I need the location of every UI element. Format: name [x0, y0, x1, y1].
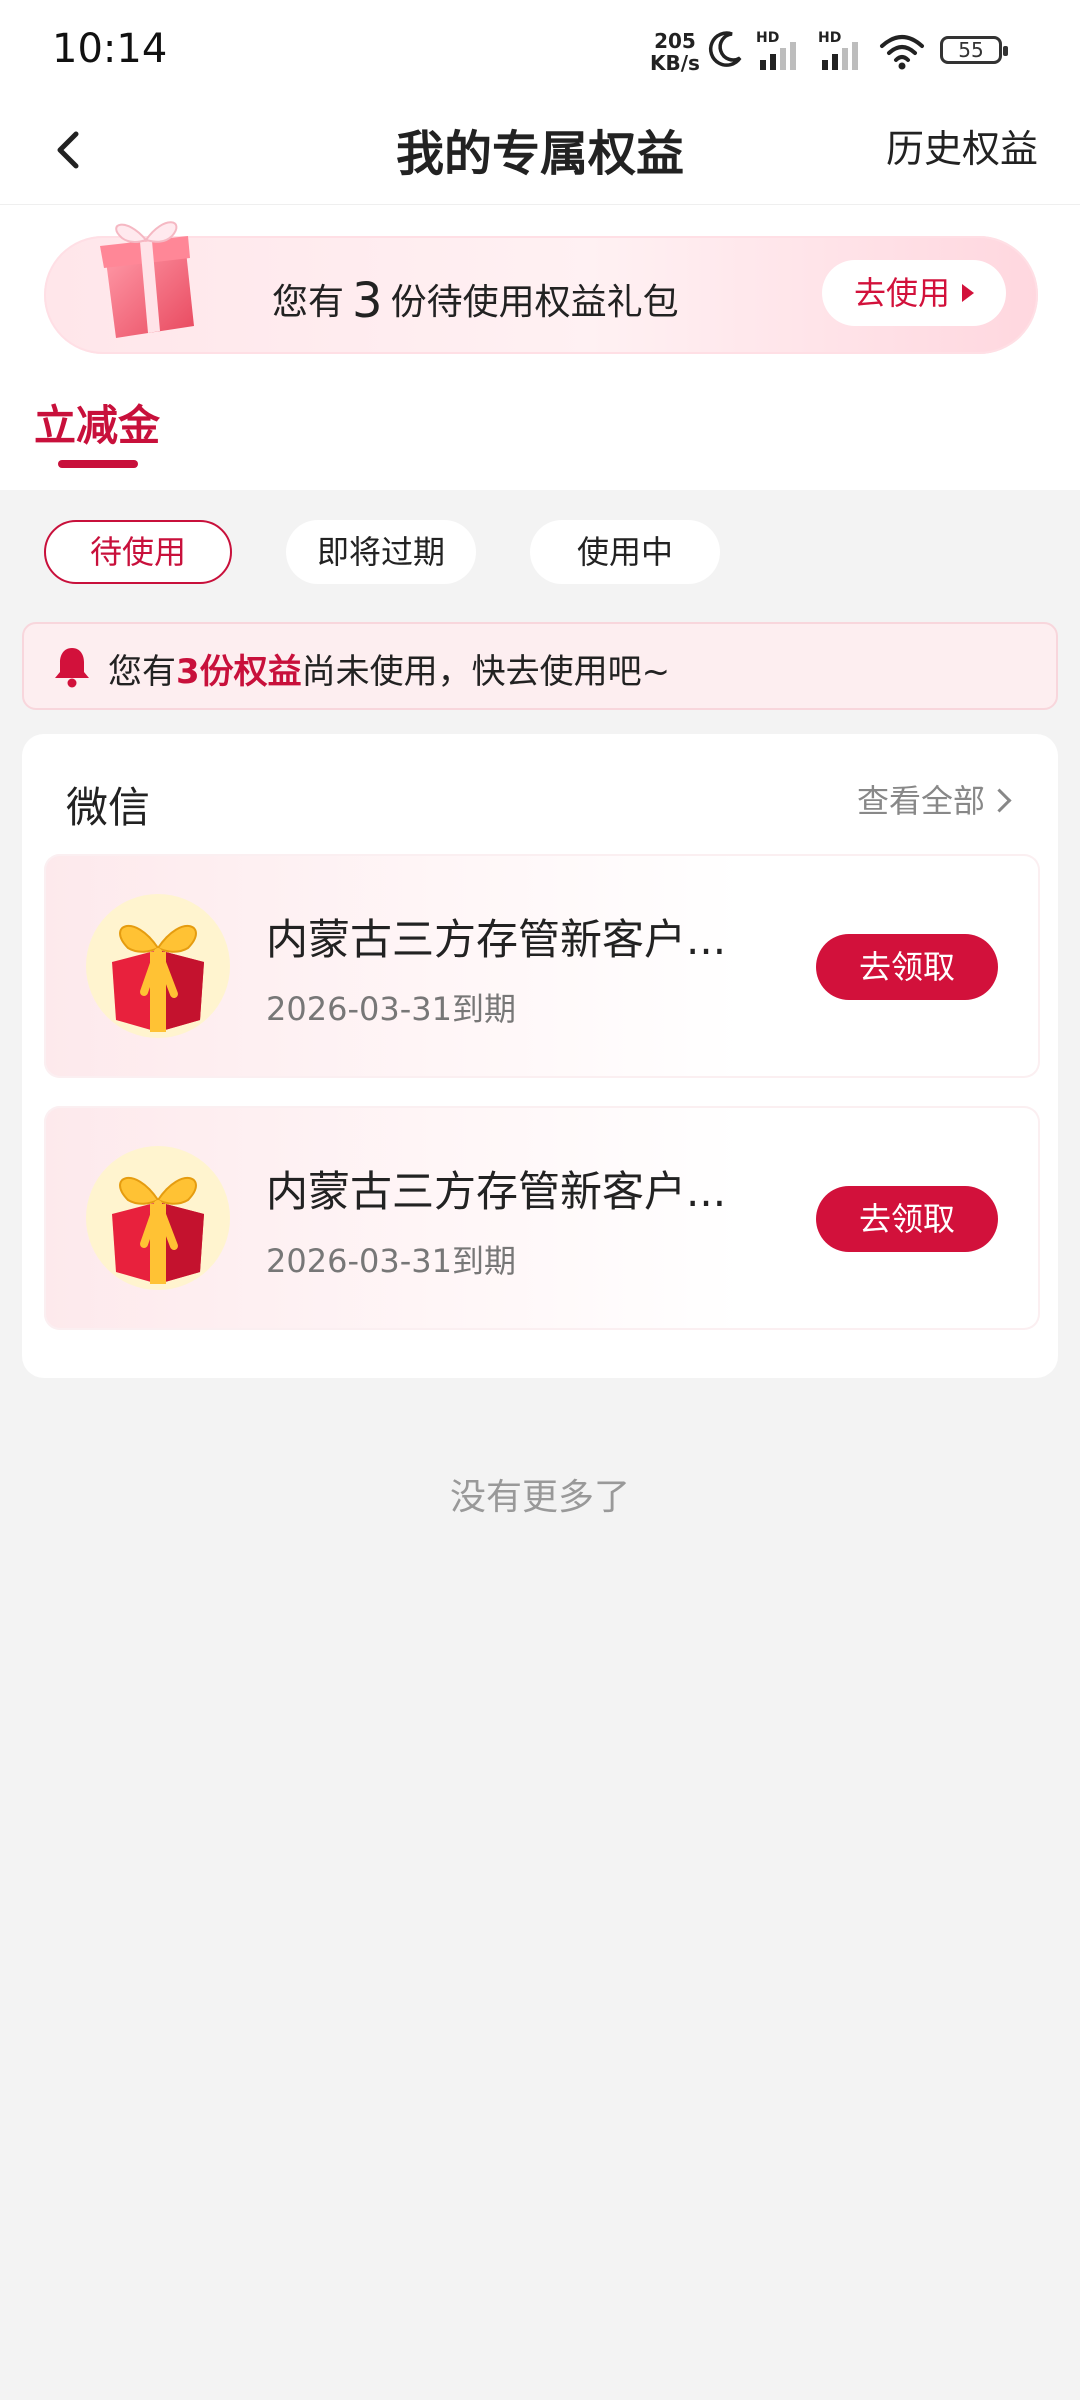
pending-gift-banner: 您有 3 份待使用权益礼包 去使用: [44, 221, 1038, 354]
gift-box-icon: [100, 221, 194, 338]
benefit-name: 内蒙古三方存管新客户...: [266, 915, 727, 964]
notice-text: 您有3份权益尚未使用，快去使用吧~: [108, 644, 670, 693]
banner-text: 您有 3 份待使用权益礼包: [272, 270, 679, 329]
notice-suffix: 尚未使用，快去使用吧~: [301, 652, 671, 692]
nav-header: 我的专属权益 历史权益: [0, 96, 1080, 205]
wifi-icon: [880, 35, 924, 70]
benefit-expiry: 2026-03-31到期: [266, 990, 516, 1028]
status-bar: 10:14 205 KB/s HD HD 55: [0, 0, 1080, 96]
filter-chip-in-use[interactable]: 使用中: [530, 520, 720, 584]
filter-chip-pending[interactable]: 待使用: [44, 520, 232, 584]
filter-chip-expiring[interactable]: 即将过期: [286, 520, 476, 584]
signal-sim1-icon: HD: [756, 30, 808, 70]
gift-icon: [86, 894, 230, 1038]
network-speed-value: 205: [654, 29, 696, 53]
notice-prefix: 您有: [108, 652, 176, 692]
bell-icon: [55, 648, 89, 688]
network-speed-unit: KB/s: [650, 51, 700, 75]
moon-icon: [709, 31, 742, 67]
wechat-benefits-card: 微信 查看全部 内蒙古三方存管新客户... 2026-03-31到期 去领取 内…: [22, 734, 1058, 1378]
card-title: 微信: [66, 783, 151, 832]
network-speed: 205 KB/s: [650, 30, 700, 74]
go-use-label: 去使用: [853, 274, 950, 312]
view-all-label: 查看全部: [856, 782, 985, 820]
battery-icon: 55: [940, 36, 1008, 64]
triangle-right-icon: [962, 284, 974, 302]
history-benefits-link[interactable]: 历史权益: [886, 118, 1038, 173]
benefit-item: 内蒙古三方存管新客户... 2026-03-31到期 去领取: [44, 854, 1040, 1078]
tab-active-indicator: [58, 460, 138, 468]
notice-highlight: 3份权益: [176, 652, 302, 692]
benefit-expiry: 2026-03-31到期: [266, 1242, 516, 1280]
unused-notice: 您有3份权益尚未使用，快去使用吧~: [22, 622, 1058, 710]
signal-sim2-icon: HD: [818, 30, 870, 70]
view-all-link[interactable]: 查看全部: [856, 776, 1012, 822]
chevron-right-icon: [987, 788, 1012, 813]
benefit-name: 内蒙古三方存管新客户...: [266, 1167, 727, 1216]
status-time: 10:14: [52, 26, 168, 72]
gift-icon: [86, 1146, 230, 1290]
battery-level: 55: [958, 38, 984, 62]
no-more-text: 没有更多了: [449, 1477, 630, 1518]
banner-text-prefix: 您有: [272, 282, 345, 323]
claim-button[interactable]: 去领取: [816, 1186, 998, 1252]
banner-text-suffix: 份待使用权益礼包: [390, 282, 679, 323]
tab-instant-discount[interactable]: 立减金: [34, 392, 160, 453]
benefit-item: 内蒙古三方存管新客户... 2026-03-31到期 去领取: [44, 1106, 1040, 1330]
claim-button[interactable]: 去领取: [816, 934, 998, 1000]
banner-count: 3: [352, 273, 383, 329]
go-use-button[interactable]: 去使用: [822, 260, 1006, 326]
